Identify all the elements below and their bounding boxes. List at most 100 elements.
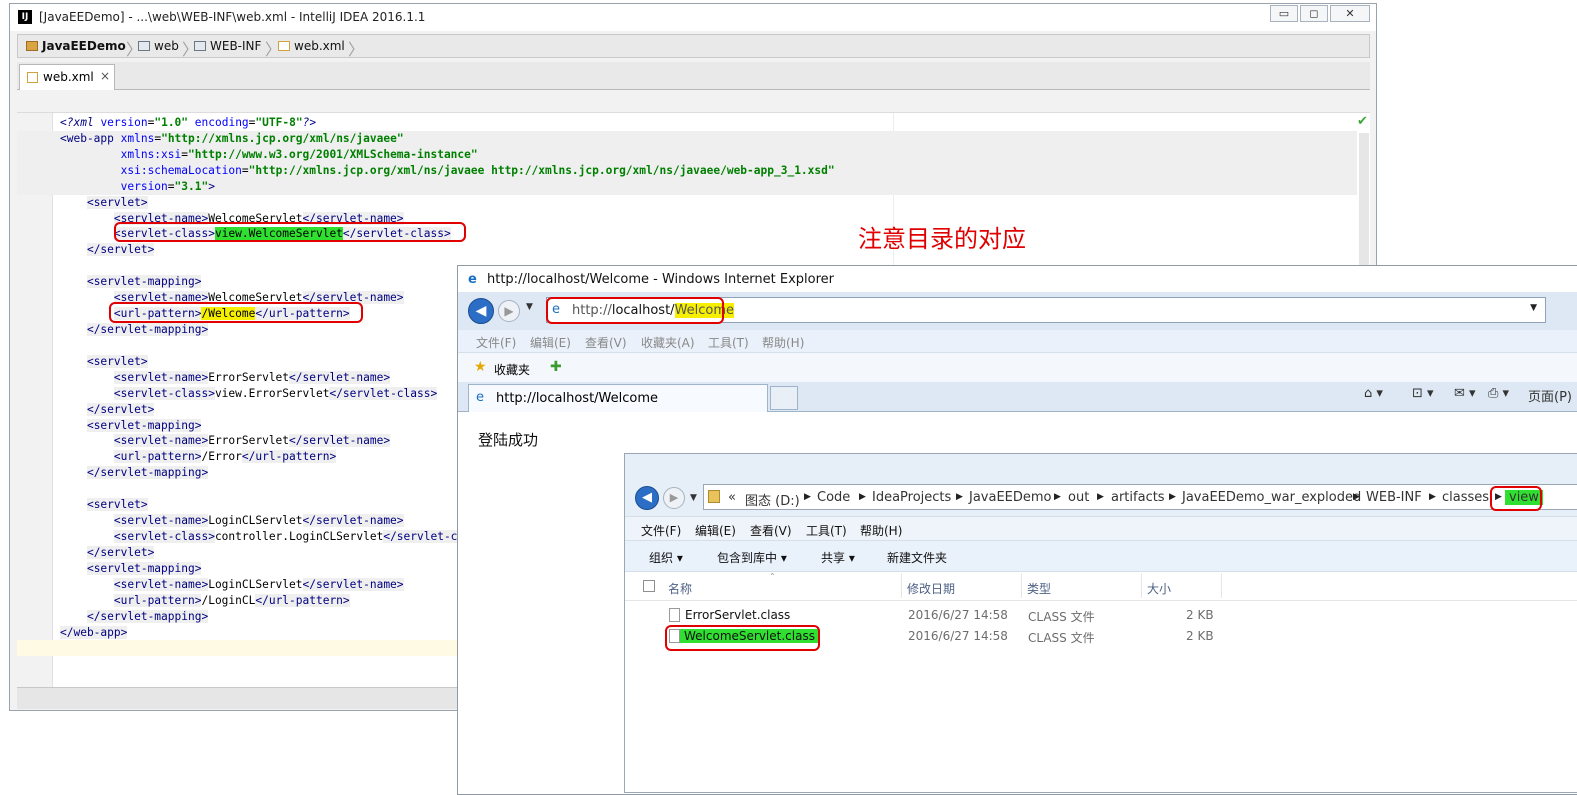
tab-localhost-welcome[interactable]: e http://localhost/Welcome bbox=[468, 384, 768, 412]
path-javaeedemo[interactable]: JavaEEDemo bbox=[969, 490, 1052, 505]
column-divider bbox=[1141, 574, 1142, 598]
forward-button[interactable]: ▶ bbox=[498, 300, 520, 322]
file-icon bbox=[669, 608, 680, 622]
favorites-star-icon[interactable]: ★ bbox=[474, 359, 487, 375]
code-line: <web-app xmlns="http://xmlns.jcp.org/xml… bbox=[17, 130, 1357, 147]
file-type: CLASS 文件 bbox=[1028, 631, 1095, 645]
back-button[interactable]: ◀ bbox=[635, 486, 659, 510]
new-folder-button[interactable]: 新建文件夹 bbox=[887, 549, 947, 566]
path-arrow-icon[interactable]: ▶ bbox=[1169, 492, 1176, 502]
path-arrow-icon[interactable]: ▶ bbox=[1429, 492, 1436, 502]
annotation-note: 注意目录的对应 bbox=[858, 225, 1026, 253]
explorer-toolbar: 组织 ▾ 包含到库中 ▾ 共享 ▾ 新建文件夹 bbox=[625, 540, 1577, 572]
favorites-bar: ★ 收藏夹 ✚ bbox=[458, 352, 1577, 382]
path-drive[interactable]: 图态 (D:) bbox=[745, 490, 800, 509]
file-modified: 2016/6/27 14:58 bbox=[908, 608, 1008, 622]
menu-favorites[interactable]: 收藏夹(A) bbox=[641, 334, 695, 351]
path-arrow-icon[interactable]: ▶ bbox=[956, 492, 963, 502]
code-line: xsi:schemaLocation="http://xmlns.jcp.org… bbox=[17, 162, 1357, 179]
menu-help[interactable]: 帮助(H) bbox=[762, 334, 804, 351]
page-menu-button[interactable]: 页面(P) bbox=[1528, 386, 1572, 405]
breadcrumb-web-xml[interactable]: web.xml bbox=[278, 38, 345, 54]
path-web-inf[interactable]: WEB-INF bbox=[1366, 490, 1422, 505]
close-window-button[interactable]: ✕ bbox=[1330, 5, 1370, 22]
home-icon[interactable]: ⌂ ▾ bbox=[1364, 386, 1383, 401]
favorites-button[interactable]: 收藏夹 bbox=[494, 361, 530, 378]
back-button[interactable]: ◀ bbox=[468, 298, 494, 324]
xml-file-icon bbox=[27, 72, 38, 83]
menu-edit[interactable]: 编辑(E) bbox=[695, 522, 736, 539]
ide-title-bar: IJ [JavaEEDemo] - ...\web\WEB-INF\web.xm… bbox=[10, 4, 1376, 31]
file-type: CLASS 文件 bbox=[1028, 610, 1095, 624]
include-in-library-button[interactable]: 包含到库中 ▾ bbox=[717, 549, 787, 566]
project-icon bbox=[26, 41, 38, 51]
browser-window-title: http://localhost/Welcome - Windows Inter… bbox=[487, 272, 835, 287]
ide-window-title: [JavaEEDemo] - ...\web\WEB-INF\web.xml -… bbox=[39, 10, 426, 24]
code-line: <servlet> bbox=[86, 195, 148, 209]
path-out[interactable]: out bbox=[1068, 490, 1089, 505]
explorer-window: ◀ ▶ ▼ « 图态 (D:) ▶ Code ▶ IdeaProjects ▶ … bbox=[624, 453, 1577, 793]
browser-tab-bar: e http://localhost/Welcome ⌂ ▾ ⊡ ▾ ✉ ▾ ⎙… bbox=[458, 382, 1577, 412]
column-modified[interactable]: 修改日期 bbox=[907, 580, 955, 597]
path-arrow-icon[interactable]: ▶ bbox=[1097, 492, 1104, 502]
organize-button[interactable]: 组织 ▾ bbox=[649, 549, 683, 566]
column-size[interactable]: 大小 bbox=[1147, 580, 1171, 597]
explorer-address-bar[interactable]: « 图态 (D:) ▶ Code ▶ IdeaProjects ▶ JavaEE… bbox=[703, 484, 1577, 510]
share-button[interactable]: 共享 ▾ bbox=[821, 549, 855, 566]
file-size: 2 KB bbox=[1186, 629, 1214, 643]
history-dropdown-icon[interactable]: ▼ bbox=[526, 302, 533, 312]
minimize-button[interactable]: ▭ bbox=[1270, 5, 1298, 22]
path-arrow-icon[interactable]: ▶ bbox=[1054, 492, 1061, 502]
new-tab-button[interactable] bbox=[770, 386, 798, 410]
path-artifacts[interactable]: artifacts bbox=[1111, 490, 1165, 505]
add-favorite-icon[interactable]: ✚ bbox=[550, 359, 562, 375]
path-war-exploded[interactable]: JavaEEDemo_war_exploded bbox=[1182, 490, 1361, 505]
breadcrumb: JavaEEDemo 〉 web 〉 WEB-INF 〉 web.xml 〉 bbox=[17, 34, 1370, 59]
code-line: <?xml version="1.0" encoding="UTF-8"?> bbox=[60, 116, 317, 129]
path-arrow-icon[interactable]: ▶ bbox=[859, 492, 866, 502]
explorer-menu-bar: 文件(F) 编辑(E) 查看(V) 工具(T) 帮助(H) bbox=[625, 516, 1577, 540]
address-dropdown-icon[interactable]: ▼ bbox=[1530, 303, 1537, 313]
column-type[interactable]: 类型 bbox=[1027, 580, 1051, 597]
path-arrow-icon[interactable]: ▶ bbox=[1353, 492, 1360, 502]
breadcrumb-web-inf[interactable]: WEB-INF bbox=[194, 38, 261, 54]
code-line: xmlns:xsi="http://www.w3.org/2001/XMLSch… bbox=[17, 146, 1357, 163]
menu-file[interactable]: 文件(F) bbox=[476, 334, 516, 351]
menu-tools[interactable]: 工具(T) bbox=[806, 522, 847, 539]
path-overflow-icon[interactable]: « bbox=[728, 490, 736, 505]
menu-tools[interactable]: 工具(T) bbox=[708, 334, 749, 351]
path-classes[interactable]: classes bbox=[1442, 490, 1489, 505]
explorer-navigation-bar: ◀ ▶ ▼ « 图态 (D:) ▶ Code ▶ IdeaProjects ▶ … bbox=[625, 454, 1577, 516]
path-ideaprojects[interactable]: IdeaProjects bbox=[872, 490, 951, 505]
tab-web-xml[interactable]: web.xml × bbox=[19, 64, 115, 90]
file-list-header: ⌃ 名称 修改日期 类型 大小 bbox=[625, 572, 1577, 601]
menu-view[interactable]: 查看(V) bbox=[750, 522, 792, 539]
breadcrumb-project[interactable]: JavaEEDemo bbox=[26, 38, 126, 54]
path-code[interactable]: Code bbox=[817, 490, 850, 505]
path-arrow-icon[interactable]: ▶ bbox=[804, 492, 811, 502]
recent-locations-dropdown-icon[interactable]: ▼ bbox=[690, 493, 697, 503]
file-row-errorservlet[interactable]: ErrorServlet.class 2016/6/27 14:58 CLASS… bbox=[625, 605, 1577, 625]
tab-title: http://localhost/Welcome bbox=[496, 391, 659, 406]
column-divider bbox=[901, 574, 902, 598]
menu-file[interactable]: 文件(F) bbox=[641, 522, 681, 539]
close-tab-icon[interactable]: × bbox=[100, 69, 110, 83]
code-line: version="3.1"> bbox=[17, 178, 1357, 195]
menu-edit[interactable]: 编辑(E) bbox=[530, 334, 571, 351]
breadcrumb-web[interactable]: web bbox=[138, 38, 179, 54]
print-icon[interactable]: ⎙ ▾ bbox=[1488, 386, 1509, 401]
column-divider bbox=[1021, 574, 1022, 598]
maximize-button[interactable]: ◻ bbox=[1300, 5, 1328, 22]
select-all-checkbox[interactable] bbox=[643, 580, 655, 592]
forward-button[interactable]: ▶ bbox=[663, 487, 685, 509]
annotation-box-servlet-class bbox=[114, 222, 466, 242]
menu-view[interactable]: 查看(V) bbox=[585, 334, 627, 351]
folder-icon bbox=[708, 490, 720, 503]
column-name[interactable]: 名称 bbox=[668, 580, 692, 597]
feeds-icon[interactable]: ⊡ ▾ bbox=[1412, 386, 1434, 401]
menu-help[interactable]: 帮助(H) bbox=[860, 522, 902, 539]
editor-tab-bar: web.xml × bbox=[17, 62, 1370, 90]
folder-icon bbox=[138, 41, 150, 51]
mail-icon[interactable]: ✉ ▾ bbox=[1454, 386, 1476, 401]
sort-indicator-icon: ⌃ bbox=[769, 572, 776, 581]
